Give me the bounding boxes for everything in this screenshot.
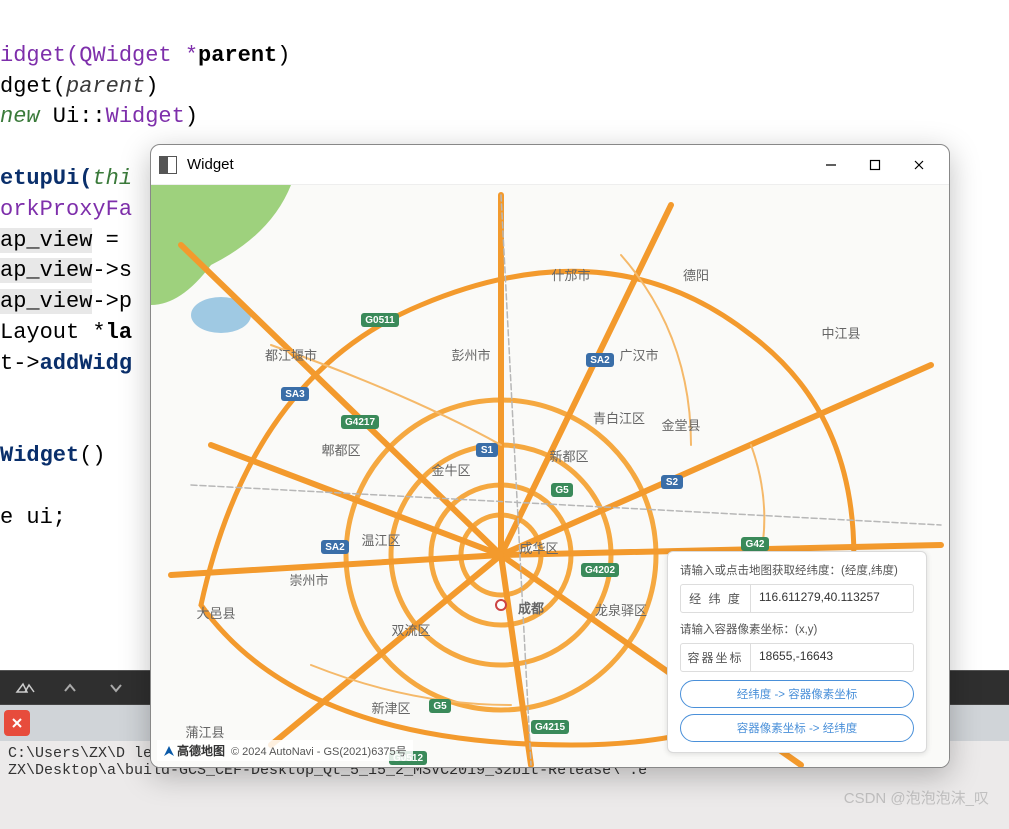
down-icon[interactable]	[96, 673, 136, 703]
map-attribution: 高德地图 © 2024 AutoNavi - GS(2021)6375号	[157, 740, 413, 761]
map-label: 德阳	[683, 268, 709, 283]
map-label: 广汉市	[619, 348, 658, 363]
map-label: 新津区	[371, 701, 410, 716]
app-icon	[159, 156, 177, 174]
svg-text:SA2: SA2	[325, 542, 345, 553]
shield: SA2	[586, 353, 614, 367]
svg-text:G4202: G4202	[585, 565, 615, 576]
svg-text:G4215: G4215	[535, 722, 565, 733]
map-copyright: © 2024 AutoNavi - GS(2021)6375号	[231, 743, 407, 759]
svg-text:G4217: G4217	[345, 417, 375, 428]
build-icon[interactable]	[4, 673, 44, 703]
close-tab-icon[interactable]	[4, 710, 30, 736]
map-label: 都江堰市	[265, 348, 317, 363]
map-label: 中江县	[821, 326, 860, 341]
pixel-to-lnglat-button[interactable]: 容器像素坐标 -> 经纬度	[680, 714, 914, 742]
shield: G5	[551, 483, 573, 497]
map-label: 什邡市	[551, 268, 590, 283]
svg-text:SA3: SA3	[285, 389, 305, 400]
titlebar[interactable]: Widget	[151, 145, 949, 185]
svg-text:G5: G5	[555, 485, 569, 496]
coord-hint-lnglat: 请输入或点击地图获取经纬度：(经度,纬度)	[680, 562, 914, 578]
map-label: 崇州市	[289, 573, 328, 588]
map-label: 金牛区	[431, 463, 470, 478]
amap-logo: 高德地图	[163, 742, 225, 759]
shield: S1	[476, 443, 498, 457]
lnglat-label: 经 纬 度	[681, 585, 751, 612]
city-label-chengdu: 成都	[518, 601, 544, 616]
shield: SA3	[281, 387, 309, 401]
widget-window: Widget	[150, 144, 950, 768]
shield: G4217	[341, 415, 379, 429]
map-label: 金堂县	[661, 418, 700, 433]
map-label: 郫都区	[321, 443, 360, 458]
coord-hint-pixel: 请输入容器像素坐标：(x,y)	[680, 621, 914, 637]
shield: G4202	[581, 563, 619, 577]
map-view[interactable]: 成都 成华区 金牛区 温江区 双流区 龙泉驿区 新都区 郫都区 都江堰市 崇州市…	[151, 185, 949, 767]
shield: G4215	[531, 720, 569, 734]
svg-text:S2: S2	[666, 477, 679, 488]
shield: S2	[661, 475, 683, 489]
pixel-label: 容器坐标	[681, 644, 751, 671]
map-label: 彭州市	[451, 348, 490, 363]
watermark: CSDN @泡泡泡沫_叹	[844, 787, 989, 808]
svg-text:G0511: G0511	[365, 315, 395, 326]
map-label: 温江区	[361, 533, 400, 548]
pixel-row: 容器坐标 18655,-16643	[680, 643, 914, 672]
road	[171, 555, 501, 575]
map-label: 青白江区	[593, 411, 645, 426]
map-label: 双流区	[391, 623, 430, 638]
window-title: Widget	[187, 156, 809, 173]
svg-text:SA2: SA2	[590, 355, 610, 366]
lnglat-row: 经 纬 度 116.611279,40.113257	[680, 584, 914, 613]
minimize-button[interactable]	[809, 150, 853, 180]
map-label: 新都区	[549, 449, 588, 464]
city-dot-chengdu	[496, 600, 506, 610]
maximize-button[interactable]	[853, 150, 897, 180]
up-icon[interactable]	[50, 673, 90, 703]
map-label: 龙泉驿区	[595, 603, 647, 618]
map-label: 成华区	[519, 541, 558, 556]
svg-text:G42: G42	[746, 539, 765, 550]
lnglat-to-pixel-button[interactable]: 经纬度 -> 容器像素坐标	[680, 680, 914, 708]
shield: G5	[429, 699, 451, 713]
shield: SA2	[321, 540, 349, 554]
shield: G42	[741, 537, 769, 551]
map-label: 蒲江县	[185, 725, 224, 740]
shield: G0511	[361, 313, 399, 327]
close-button[interactable]	[897, 150, 941, 180]
svg-text:S1: S1	[481, 445, 494, 456]
svg-text:G5: G5	[433, 701, 447, 712]
coord-panel: 请输入或点击地图获取经纬度：(经度,纬度) 经 纬 度 116.611279,4…	[667, 551, 927, 753]
lnglat-input[interactable]: 116.611279,40.113257	[751, 585, 913, 612]
code-token: idget(QWidget *	[0, 43, 198, 68]
map-label: 大邑县	[196, 606, 235, 621]
pixel-input[interactable]: 18655,-16643	[751, 644, 913, 671]
